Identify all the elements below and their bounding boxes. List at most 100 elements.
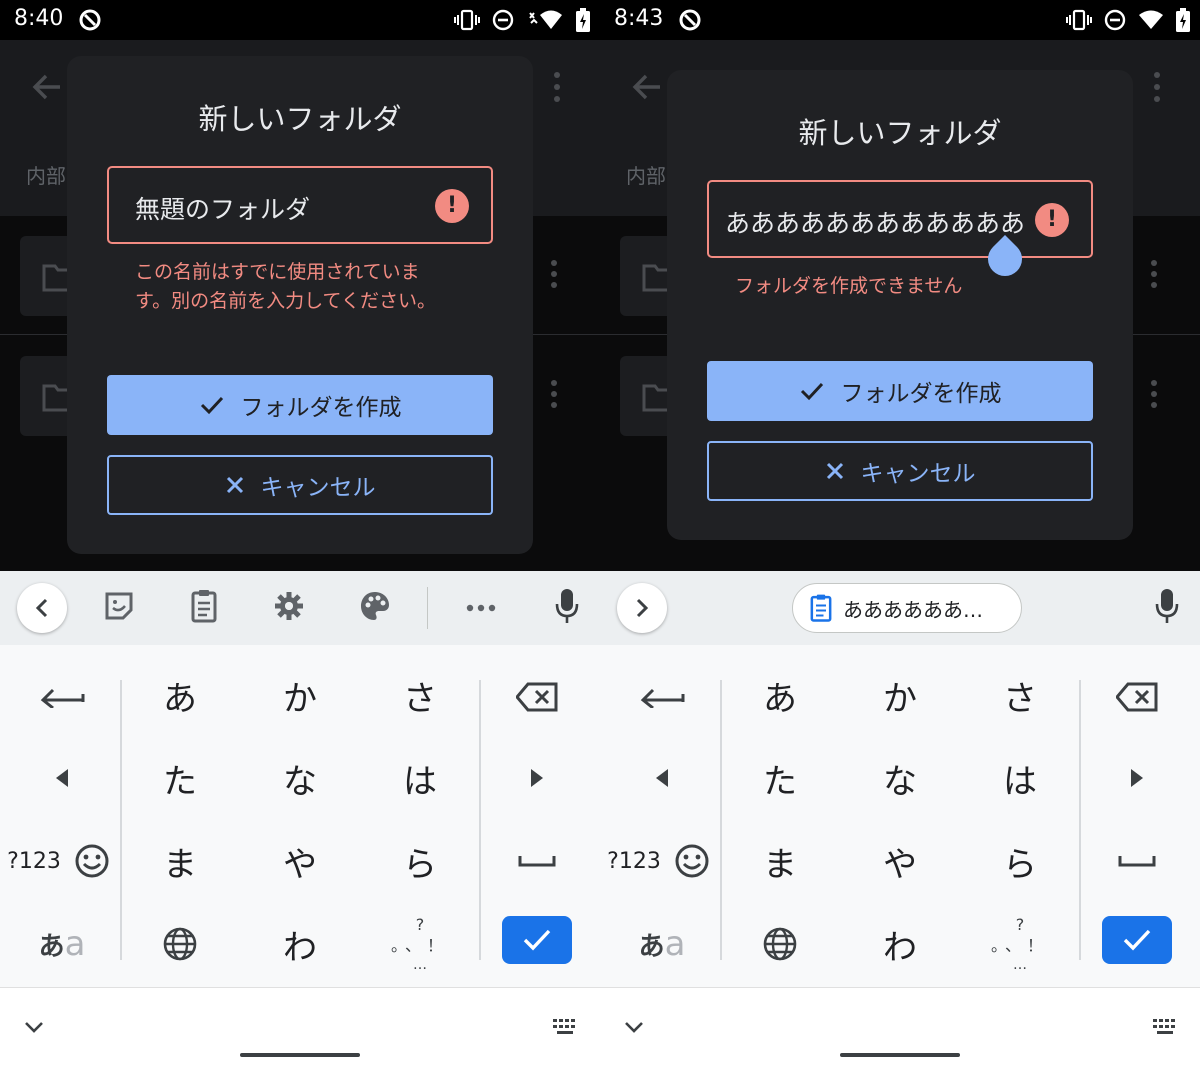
- navigation-bar: [600, 987, 1200, 1066]
- dialog-title: 新しいフォルダ: [198, 102, 402, 136]
- keyboard-toolbar: [0, 571, 600, 645]
- key-ka[interactable]: か: [850, 655, 950, 735]
- mic-icon[interactable]: [1155, 588, 1179, 624]
- key-wa[interactable]: わ: [250, 904, 350, 984]
- wifi-icon: [529, 10, 562, 29]
- keyboard-switch-icon[interactable]: [552, 1018, 580, 1036]
- chevron-down-icon[interactable]: [24, 1020, 44, 1034]
- clipboard-icon: [810, 594, 832, 622]
- key-a[interactable]: あ: [730, 655, 830, 735]
- cursor-left-key[interactable]: [612, 738, 712, 818]
- more-vert-icon: [551, 260, 557, 288]
- space-icon: [1118, 856, 1156, 867]
- create-folder-button[interactable]: フォルダを作成: [107, 375, 493, 435]
- globe-icon: [763, 927, 797, 961]
- mode-label-kana: あ: [38, 931, 65, 962]
- mic-icon[interactable]: [555, 588, 579, 624]
- close-icon: [226, 476, 243, 494]
- clipboard-suggestion-text: ああああああ…: [843, 597, 983, 622]
- key-na[interactable]: な: [850, 738, 950, 818]
- folder-name-input[interactable]: 無題のフォルダ !: [107, 166, 493, 244]
- vibrate-icon: [454, 9, 480, 31]
- enter-key[interactable]: [1102, 916, 1172, 964]
- key-ka[interactable]: か: [250, 655, 350, 735]
- battery-icon: [576, 8, 590, 32]
- cursor-left-key[interactable]: [12, 738, 112, 818]
- battery-icon: [1176, 8, 1190, 32]
- clipboard-icon[interactable]: [190, 588, 218, 624]
- cursor-right-key[interactable]: [1087, 738, 1187, 818]
- new-folder-dialog: 新しいフォルダ 無題のフォルダ ! この名前はすでに使用されていま す。別の名前…: [67, 56, 533, 554]
- emoji-key[interactable]: [42, 821, 142, 901]
- clipboard-suggestion-chip[interactable]: ああああああ…: [792, 583, 1022, 633]
- key-sa[interactable]: さ: [970, 655, 1070, 735]
- punctuation-key[interactable]: ? 。、！ …: [370, 904, 470, 984]
- backspace-left-key[interactable]: [12, 657, 112, 737]
- mode-key[interactable]: あa: [612, 904, 712, 984]
- globe-key[interactable]: [130, 904, 230, 984]
- cancel-button[interactable]: キャンセル: [107, 455, 493, 515]
- keyboard-switch-icon[interactable]: [1152, 1018, 1180, 1036]
- sticker-icon[interactable]: [104, 588, 134, 622]
- dnd-icon: [1104, 9, 1126, 31]
- error-icon: !: [1035, 203, 1069, 237]
- folder-name-input[interactable]: ああああああああああああ !: [707, 180, 1093, 258]
- check-icon: [200, 396, 223, 415]
- error-message: この名前はすでに使用されていま す。別の名前を入力してください。: [135, 261, 436, 312]
- backspace-icon: [516, 682, 558, 712]
- create-folder-label: フォルダを作成: [840, 381, 1002, 407]
- more-vert-icon: [1151, 380, 1157, 408]
- key-a[interactable]: あ: [130, 655, 230, 735]
- palette-icon[interactable]: [359, 588, 391, 624]
- enter-key[interactable]: [502, 916, 572, 964]
- triangle-right-icon: [1131, 769, 1143, 787]
- dnd-icon: [492, 9, 514, 31]
- key-sa[interactable]: さ: [370, 655, 470, 735]
- create-folder-button[interactable]: フォルダを作成: [707, 361, 1093, 421]
- key-ya[interactable]: や: [850, 821, 950, 901]
- expand-chevron-icon: [636, 598, 649, 618]
- backspace-left-key[interactable]: [612, 657, 712, 737]
- vibrate-icon: [1066, 9, 1092, 31]
- gear-icon[interactable]: [273, 588, 305, 624]
- space-key[interactable]: [1087, 821, 1187, 901]
- mode-label-latin: a: [664, 924, 686, 964]
- home-handle[interactable]: [840, 1053, 960, 1057]
- space-key[interactable]: [487, 821, 587, 901]
- key-ma[interactable]: ま: [130, 821, 230, 901]
- close-icon: [826, 462, 843, 480]
- emoji-key[interactable]: [642, 821, 742, 901]
- globe-icon: [163, 927, 197, 961]
- mode-key[interactable]: あa: [12, 904, 112, 984]
- key-ra[interactable]: ら: [370, 821, 470, 901]
- key-ha[interactable]: は: [970, 738, 1070, 818]
- delete-key[interactable]: [1087, 657, 1187, 737]
- screenshot-right: 8:43 内部 新しいフォルダ ああああああああああああ ! フォルダを作成でき…: [600, 0, 1200, 1066]
- key-wa[interactable]: わ: [850, 904, 950, 984]
- back-arrow-icon: [632, 74, 660, 100]
- home-handle[interactable]: [240, 1053, 360, 1057]
- key-ma[interactable]: ま: [730, 821, 830, 901]
- key-na[interactable]: な: [250, 738, 350, 818]
- delete-key[interactable]: [487, 657, 587, 737]
- create-folder-label: フォルダを作成: [240, 395, 402, 421]
- key-ta[interactable]: た: [130, 738, 230, 818]
- expand-chevron-button[interactable]: [617, 583, 667, 633]
- chevron-down-icon[interactable]: [624, 1020, 644, 1034]
- collapse-chevron-icon: [35, 598, 48, 618]
- cancel-button[interactable]: キャンセル: [707, 441, 1093, 501]
- key-ya[interactable]: や: [250, 821, 350, 901]
- new-folder-dialog: 新しいフォルダ ああああああああああああ ! フォルダを作成できません フォルダ…: [667, 70, 1133, 540]
- status-time: 8:40: [14, 6, 64, 31]
- undo-arrow-icon: [640, 688, 685, 708]
- signal-app-icon: [679, 9, 701, 31]
- collapse-chevron-button[interactable]: [17, 583, 67, 633]
- punctuation-key[interactable]: ? 。、！ …: [970, 904, 1070, 984]
- more-icon[interactable]: [466, 604, 496, 612]
- globe-key[interactable]: [730, 904, 830, 984]
- cursor-right-key[interactable]: [487, 738, 587, 818]
- key-ha[interactable]: は: [370, 738, 470, 818]
- key-ra[interactable]: ら: [970, 821, 1070, 901]
- back-arrow-icon: [32, 74, 60, 100]
- key-ta[interactable]: た: [730, 738, 830, 818]
